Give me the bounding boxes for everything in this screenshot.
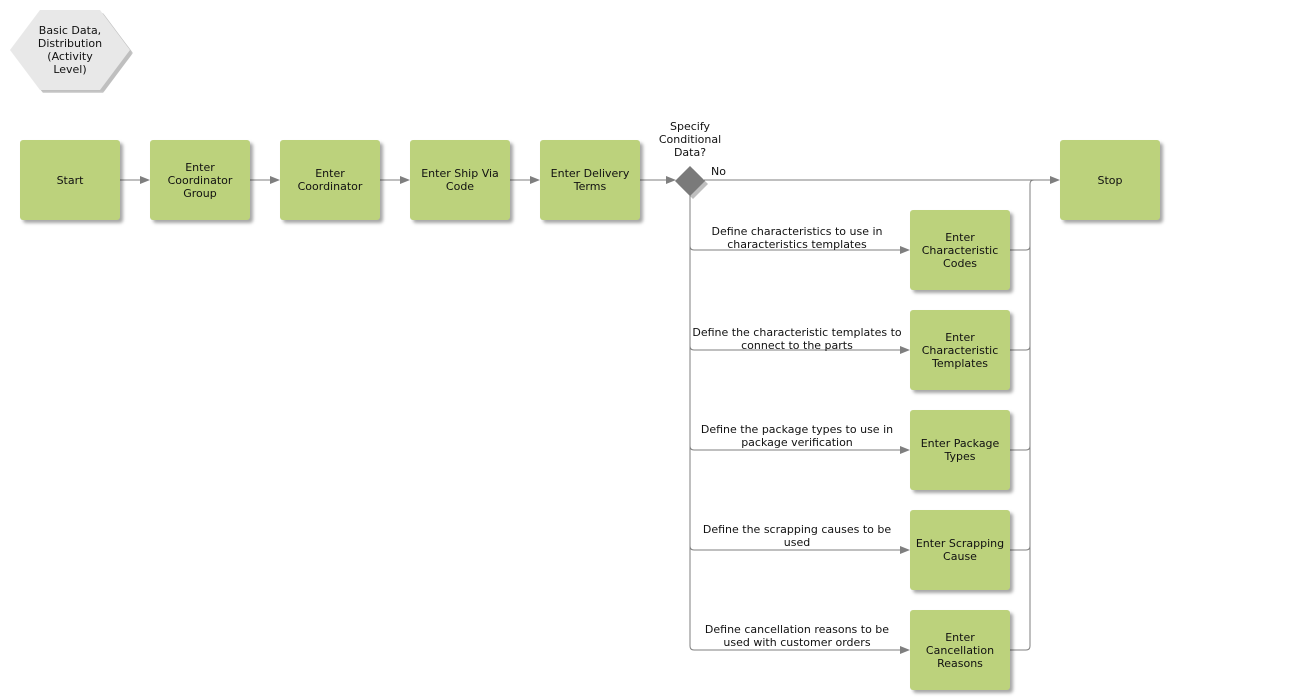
activity-stop[interactable]: Stop: [1060, 140, 1160, 220]
branch-condition-2: Define the characteristic templates to c…: [692, 326, 902, 352]
decision-no-label: No: [711, 165, 726, 178]
activity-label: Enter Package Types: [920, 437, 1000, 463]
process-title-hexagon[interactable]: Basic Data, Distribution (Activity Level…: [10, 10, 133, 93]
activity-enter-cancellation-reasons[interactable]: Enter Cancellation Reasons: [910, 610, 1010, 690]
activity-label: Enter Scrapping Cause: [915, 537, 1005, 563]
activity-label: Enter Characteristic Templates: [921, 330, 999, 370]
branch-condition-5: Define cancellation reasons to be used w…: [704, 623, 890, 649]
activity-enter-delivery-terms[interactable]: Enter Delivery Terms: [540, 140, 640, 220]
activity-label: Stop: [1097, 173, 1123, 187]
connector-layer: [120, 166, 1060, 654]
activity-label: Enter Coordinator Group: [167, 160, 233, 200]
branch-condition-1: Define characteristics to use in charact…: [711, 225, 883, 251]
branch-condition-4: Define the scrapping causes to be used: [702, 523, 892, 549]
connector-decision-trunk: [689, 194, 695, 651]
connector-return-3: [1010, 445, 1031, 451]
activity-start[interactable]: Start: [20, 140, 120, 220]
activity-label: Enter Characteristic Codes: [921, 230, 999, 270]
activity-label: Enter Delivery Terms: [550, 167, 630, 193]
activity-label: Enter Cancellation Reasons: [925, 630, 995, 670]
activity-enter-coordinator[interactable]: Enter Coordinator: [280, 140, 380, 220]
decision-label: Specify Conditional Data?: [658, 120, 722, 159]
activity-enter-characteristic-templates[interactable]: Enter Characteristic Templates: [910, 310, 1010, 390]
activity-enter-coordinator-group[interactable]: Enter Coordinator Group: [150, 140, 250, 220]
activity-enter-characteristic-codes[interactable]: Enter Characteristic Codes: [910, 210, 1010, 290]
connector-return-4: [1010, 545, 1031, 551]
activity-enter-package-types[interactable]: Enter Package Types: [910, 410, 1010, 490]
activity-enter-ship-via-code[interactable]: Enter Ship Via Code: [410, 140, 510, 220]
activity-enter-scrapping-cause[interactable]: Enter Scrapping Cause: [910, 510, 1010, 590]
connector-return-2: [1010, 345, 1031, 351]
process-title: Basic Data, Distribution (Activity Level…: [37, 24, 103, 76]
activity-label: Enter Coordinator: [297, 167, 363, 193]
connector-return-1: [1010, 245, 1031, 251]
activity-label: Start: [56, 173, 84, 187]
activity-label: Enter Ship Via Code: [421, 167, 499, 193]
branch-condition-3: Define the package types to use in packa…: [700, 423, 894, 449]
